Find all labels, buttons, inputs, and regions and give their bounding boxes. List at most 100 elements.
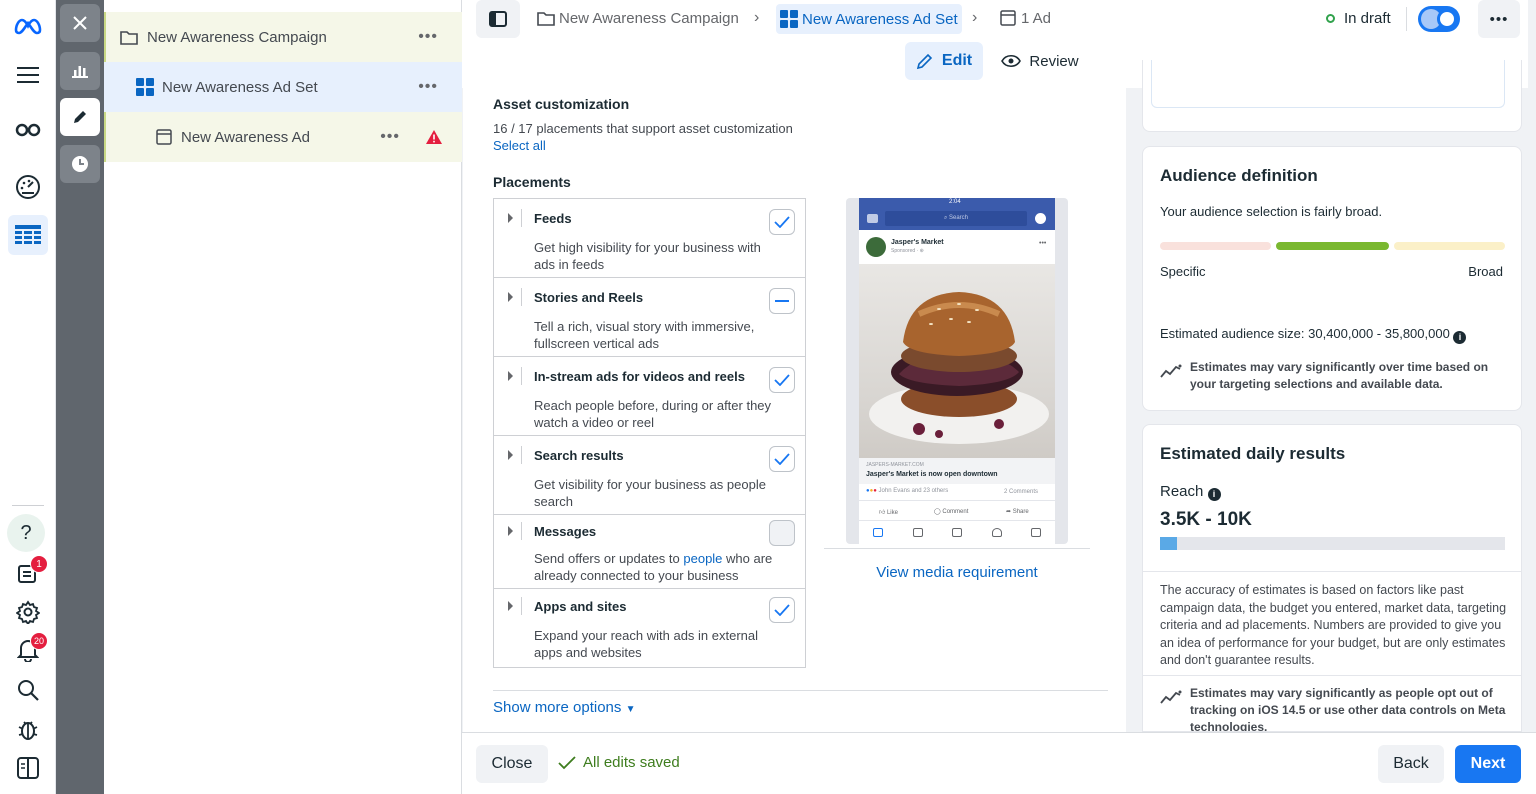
settings-gear-icon[interactable] xyxy=(8,592,48,632)
ad-more-icon[interactable]: ••• xyxy=(380,128,400,146)
alerts-badge: 20 xyxy=(30,632,49,650)
info-icon[interactable]: i xyxy=(1207,488,1221,501)
placement-instream[interactable]: In-stream ads for videos and reels Reach… xyxy=(494,357,805,436)
view-media-requirement-link[interactable]: View media requirement xyxy=(824,564,1090,581)
expand-caret-icon[interactable] xyxy=(508,213,513,223)
breadcrumb-campaign[interactable]: New Awareness Campaign xyxy=(537,6,739,30)
search-icon[interactable] xyxy=(8,670,48,710)
link-preview: JASPERS-MARKET.COM Jasper's Market is no… xyxy=(859,458,1055,484)
tree-ad-label: New Awareness Ad xyxy=(181,128,310,146)
toggle-tree-button[interactable] xyxy=(476,0,520,38)
info-icon[interactable]: i xyxy=(1453,331,1467,344)
placement-desc: Reach people before, during or after the… xyxy=(534,398,772,430)
checkbox-partial[interactable] xyxy=(769,288,795,314)
show-more-options-link[interactable]: Show more options ▼ xyxy=(493,699,635,716)
checkbox-checked[interactable] xyxy=(769,446,795,472)
placement-apps-sites[interactable]: Apps and sites Expand your reach with ad… xyxy=(494,589,805,667)
reach-value: 3.5K - 10K xyxy=(1160,509,1252,530)
edit-pencil-icon[interactable] xyxy=(60,98,100,136)
placement-title: Search results xyxy=(534,448,624,463)
campaign-tree: New Awareness Campaign ••• New Awareness… xyxy=(104,0,462,794)
help-icon[interactable]: ? xyxy=(7,514,45,552)
placement-search[interactable]: Search results Get visibility for your b… xyxy=(494,436,805,515)
saved-status-label: All edits saved xyxy=(583,754,680,771)
checkbox-checked[interactable] xyxy=(769,209,795,235)
status-dot-icon xyxy=(1326,13,1335,23)
back-button[interactable]: Back xyxy=(1378,745,1444,783)
expand-caret-icon[interactable] xyxy=(508,526,513,536)
edit-tab[interactable]: Edit xyxy=(905,42,983,80)
chart-icon[interactable] xyxy=(60,52,100,90)
checkbox-unchecked[interactable] xyxy=(769,520,795,546)
menu-tab-icon xyxy=(1031,528,1041,537)
preview-domain: JASPERS-MARKET.COM xyxy=(866,462,924,468)
warning-icon[interactable] xyxy=(425,129,443,145)
select-all-link[interactable]: Select all xyxy=(493,138,546,153)
history-clock-icon[interactable] xyxy=(60,145,100,183)
tree-item-adset[interactable]: New Awareness Ad Set ••• xyxy=(104,62,462,112)
next-button[interactable]: Next xyxy=(1455,745,1521,783)
reach-bar xyxy=(1160,537,1505,550)
notifications-list-icon[interactable]: 1 xyxy=(8,553,48,593)
dash-icon xyxy=(775,300,789,302)
tree-item-campaign[interactable]: New Awareness Campaign ••• xyxy=(104,12,462,62)
camera-icon xyxy=(867,214,878,223)
breadcrumb-adset[interactable]: New Awareness Ad Set xyxy=(776,4,962,34)
draft-status-label: In draft xyxy=(1344,9,1391,27)
more-options-button[interactable]: ••• xyxy=(1478,0,1520,38)
placement-title: Apps and sites xyxy=(534,599,627,614)
close-button[interactable]: Close xyxy=(476,745,548,783)
preview-divider xyxy=(824,548,1090,549)
ads-manager-table-icon[interactable] xyxy=(8,215,48,255)
bug-report-icon[interactable] xyxy=(8,709,48,749)
placement-title: Feeds xyxy=(534,211,572,226)
checkbox-checked[interactable] xyxy=(769,597,795,623)
placement-messages[interactable]: Messages Send offers or updates to peopl… xyxy=(494,515,805,589)
daily-title: Estimated daily results xyxy=(1160,444,1346,463)
placement-desc: Expand your reach with ads in external a… xyxy=(534,628,759,660)
checkmark-icon xyxy=(774,604,790,616)
tree-item-ad[interactable]: New Awareness Ad ••• xyxy=(104,112,462,162)
phone-screen: 2:04 ⌕ Search Jasper's Market Sponsored … xyxy=(859,198,1055,544)
active-toggle[interactable] xyxy=(1418,6,1460,32)
checkbox-checked[interactable] xyxy=(769,367,795,393)
burger-image xyxy=(859,264,1055,458)
placements-list: Feeds Get high visibility for your busin… xyxy=(493,198,806,668)
close-editor-icon[interactable] xyxy=(60,4,100,42)
expand-caret-icon[interactable] xyxy=(508,450,513,460)
menu-icon[interactable] xyxy=(8,55,48,95)
meta-logo-icon[interactable] xyxy=(8,6,48,46)
meta-business-icon[interactable] xyxy=(8,110,48,150)
breadcrumb-ad[interactable]: 1 Ad xyxy=(1000,6,1051,30)
placement-stories-reels[interactable]: Stories and Reels Tell a rich, visual st… xyxy=(494,278,805,357)
preview-tabbar xyxy=(873,528,1041,538)
draft-status: In draft xyxy=(1326,6,1391,30)
campaign-more-icon[interactable]: ••• xyxy=(418,28,438,46)
bell-icon[interactable]: 20 xyxy=(8,630,49,670)
adset-more-icon[interactable]: ••• xyxy=(418,78,438,96)
expand-caret-icon[interactable] xyxy=(508,601,513,611)
people-link[interactable]: people xyxy=(683,551,722,566)
meter-broad-label: Broad xyxy=(1468,264,1503,279)
expand-caret-icon[interactable] xyxy=(508,371,513,381)
audience-definition-card: Audience definition Your audience select… xyxy=(1142,146,1522,411)
review-tab-label: Review xyxy=(1029,52,1079,70)
placement-feeds[interactable]: Feeds Get high visibility for your busin… xyxy=(494,199,805,278)
review-tab[interactable]: Review xyxy=(995,42,1085,80)
preview-headline: Jasper's Market is now open downtown xyxy=(866,471,998,478)
check-icon xyxy=(558,755,576,769)
saved-status: All edits saved xyxy=(558,754,680,771)
meter-specific-segment xyxy=(1160,242,1271,250)
header-divider xyxy=(1406,7,1407,31)
rail-divider xyxy=(12,505,44,506)
video-tab-icon xyxy=(912,528,923,537)
scrollbar-track[interactable] xyxy=(1528,0,1536,732)
caret-down-icon: ▼ xyxy=(625,704,636,715)
folder-icon xyxy=(120,30,138,45)
side-panel-toggle-icon[interactable] xyxy=(8,748,48,788)
messenger-icon xyxy=(1035,213,1046,224)
preview-share: ➦ Share xyxy=(1006,509,1029,515)
dashboard-gauge-icon[interactable] xyxy=(8,167,48,207)
audience-size: Estimated audience size: 30,400,000 - 35… xyxy=(1160,326,1467,344)
expand-caret-icon[interactable] xyxy=(508,292,513,302)
